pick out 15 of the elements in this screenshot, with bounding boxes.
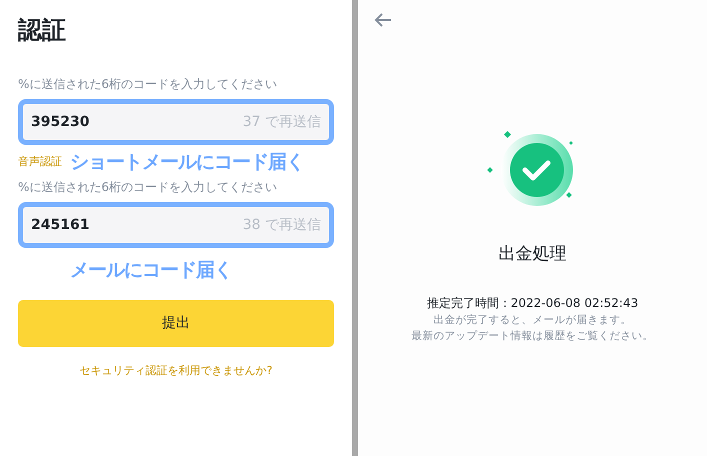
info-note: 出金が完了すると、メールが届きます。 <box>432 312 632 328</box>
status-title: 出金処理 <box>498 243 568 266</box>
code-input[interactable]: 245161 <box>31 214 181 236</box>
field-label: %に送信された6桁のコードを入力してください <box>18 76 278 92</box>
back-arrow-icon[interactable] <box>374 12 392 28</box>
code-field[interactable]: 245161 38 で再送信 <box>18 202 334 248</box>
submit-button[interactable]: 提出 <box>18 300 334 347</box>
annotation-text: メールにコード届く <box>70 258 232 283</box>
annotation-text: ショートメールにコード届く <box>70 150 304 175</box>
code-field[interactable]: 395230 37 で再送信 <box>18 99 334 145</box>
estimate-time: 推定完了時間：2022-06-08 02:52:43 <box>426 294 640 312</box>
field-label: %に送信された6桁のコードを入力してください <box>18 179 278 195</box>
page-title: 認証 <box>18 15 67 46</box>
code-input[interactable]: 395230 <box>31 112 181 132</box>
info-note: 最新のアップデート情報は履歴をご覧ください。 <box>410 328 654 344</box>
